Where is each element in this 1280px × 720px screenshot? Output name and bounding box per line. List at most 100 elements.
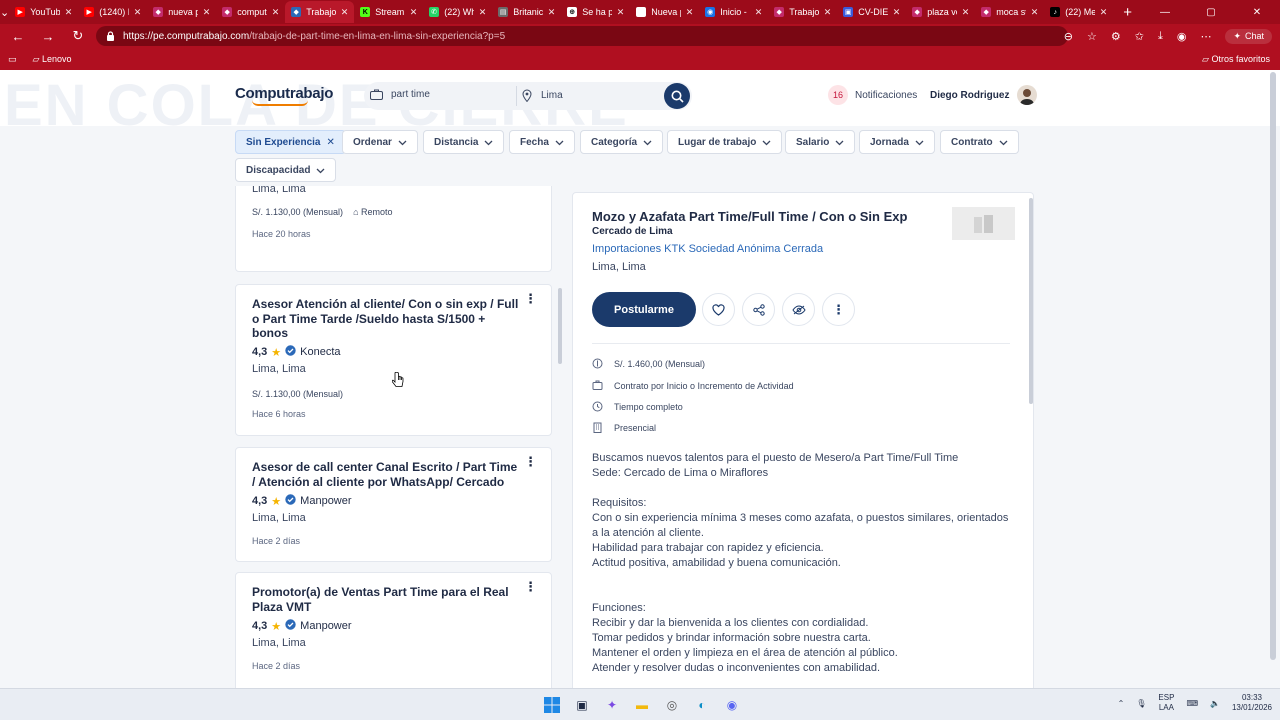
browser-tab[interactable]: ▣ CV-DIEG ✕ <box>837 1 906 23</box>
browser-tab[interactable]: ⊕ Se ha p ✕ <box>561 1 630 23</box>
clock[interactable]: 03:33 13/01/2026 <box>1232 693 1272 713</box>
job-card-menu-icon[interactable]: ⋮ <box>524 291 537 307</box>
tab-close-icon[interactable]: ✕ <box>479 7 487 18</box>
browser-tab[interactable]: ✆ (22) Wh ✕ <box>423 1 492 23</box>
browser-tab[interactable]: Nueva p ✕ <box>630 1 699 23</box>
remove-filter-icon[interactable]: ✕ <box>326 137 334 148</box>
reload-icon[interactable]: ↻ <box>68 28 88 44</box>
filter-dropdown[interactable]: Lugar de trabajo <box>667 130 783 154</box>
tab-close-icon[interactable]: ✕ <box>410 7 418 18</box>
copilot-app-icon[interactable]: ✦ <box>600 693 624 717</box>
filter-dropdown[interactable]: Fecha <box>509 130 575 154</box>
url-field[interactable]: https://pe.computrabajo.com/trabajo-de-p… <box>96 26 1068 46</box>
tab-close-icon[interactable]: ✕ <box>65 7 73 18</box>
browser-tab[interactable]: ♪ (22) Mei ✕ <box>1044 1 1113 23</box>
job-card[interactable]: Promotor(a) de Ventas Part Time para el … <box>235 572 552 688</box>
bookmark-lenovo[interactable]: ▱ Lenovo <box>33 54 72 65</box>
new-tab-button[interactable]: + <box>1113 4 1142 21</box>
tab-close-icon[interactable]: ✕ <box>755 7 763 18</box>
job-card-menu-icon[interactable]: ⋮ <box>524 579 537 595</box>
volume-icon[interactable]: 🔈 <box>1210 699 1220 708</box>
tab-close-icon[interactable]: ✕ <box>686 7 694 18</box>
filter-dropdown[interactable]: Categoría <box>580 130 664 154</box>
job-card[interactable]: 4,1★TAMBO PLAZA SACLima, LimaS/. 1.130,0… <box>235 186 552 272</box>
browser-tab[interactable]: ◆ Trabajo ✕ <box>285 1 355 23</box>
forward-icon[interactable]: → <box>38 29 58 44</box>
reading-view-icon[interactable]: ⊖ <box>1064 30 1073 43</box>
job-card[interactable]: Asesor de call center Canal Escrito / Pa… <box>235 447 552 562</box>
browser-tab[interactable]: ◆ Trabajo ✕ <box>768 1 837 23</box>
tab-close-icon[interactable]: ✕ <box>1100 7 1108 18</box>
favorites-icon[interactable]: ✩ <box>1135 30 1144 43</box>
search-keyword-field[interactable]: part time <box>370 89 430 100</box>
browser-tab[interactable]: ◉ Inicio - ✕ <box>699 1 768 23</box>
downloads-icon[interactable]: ⤓ <box>1158 30 1163 43</box>
job-card-title[interactable]: Promotor(a) de Ventas Part Time para el … <box>252 585 519 614</box>
browser-tab[interactable]: ▶ (1240) B ✕ <box>78 1 147 23</box>
company-name[interactable]: Manpower <box>300 495 351 507</box>
tab-close-icon[interactable]: ✕ <box>203 7 211 18</box>
sidebar-toggle-icon[interactable]: ▭ <box>8 54 17 65</box>
job-list-scrollbar[interactable] <box>558 288 562 364</box>
job-card-title[interactable]: Asesor Atención al cliente/ Con o sin ex… <box>252 297 519 341</box>
windows-start-icon[interactable] <box>540 693 564 717</box>
notifications-button[interactable]: 16 Notificaciones <box>828 85 917 105</box>
language-indicator[interactable]: ESP LAA <box>1158 693 1174 713</box>
minimize-icon[interactable]: — <box>1142 7 1188 18</box>
bookmark-others[interactable]: ▱ Otros favoritos <box>1202 54 1270 65</box>
filter-dropdown[interactable]: Jornada <box>859 130 935 154</box>
discord-icon[interactable]: ◉ <box>720 693 744 717</box>
task-view-icon[interactable]: ▣ <box>570 693 594 717</box>
detail-scrollbar[interactable] <box>1029 198 1033 404</box>
tab-close-icon[interactable]: ✕ <box>341 7 349 18</box>
user-menu[interactable]: Diego Rodriguez <box>930 85 1038 105</box>
tab-close-icon[interactable]: ✕ <box>962 7 970 18</box>
browser-tab[interactable]: K Stream ✕ <box>354 1 423 23</box>
search-button[interactable] <box>664 83 690 109</box>
share-button[interactable] <box>742 293 775 326</box>
job-card[interactable]: Asesor Atención al cliente/ Con o sin ex… <box>235 284 552 436</box>
close-window-icon[interactable]: ✕ <box>1234 7 1280 18</box>
hide-job-button[interactable] <box>782 293 815 326</box>
tab-close-icon[interactable]: ✕ <box>893 7 901 18</box>
save-job-button[interactable] <box>702 293 735 326</box>
job-card-title[interactable]: Asesor de call center Canal Escrito / Pa… <box>252 460 519 489</box>
tab-close-icon[interactable]: ✕ <box>1031 7 1039 18</box>
browser-tab[interactable]: ◆ moca st ✕ <box>975 1 1044 23</box>
filter-dropdown[interactable]: Ordenar <box>342 130 418 154</box>
file-explorer-icon[interactable]: ▬ <box>630 693 654 717</box>
filter-dropdown[interactable]: Distancia <box>423 130 505 154</box>
extensions-icon[interactable]: ⚙ <box>1111 30 1121 43</box>
microphone-icon[interactable]: 🎙 <box>1136 699 1146 708</box>
detail-company-link[interactable]: Importaciones KTK Sociedad Anónima Cerra… <box>592 243 823 255</box>
browser-tab[interactable]: ◆ nueva p ✕ <box>147 1 216 23</box>
tab-close-icon[interactable]: ✕ <box>824 7 832 18</box>
maximize-icon[interactable]: ▢ <box>1188 7 1234 18</box>
chrome-icon[interactable]: ◎ <box>660 693 684 717</box>
tab-close-icon[interactable]: ✕ <box>134 7 142 18</box>
tab-close-icon[interactable]: ✕ <box>272 7 280 18</box>
tab-actions-icon[interactable]: ⌄ <box>0 0 9 24</box>
apply-button[interactable]: Postularme <box>592 292 696 327</box>
filter-chip-sin-experiencia[interactable]: Sin Experiencia ✕ <box>235 130 346 154</box>
company-name[interactable]: Konecta <box>300 346 340 358</box>
tab-close-icon[interactable]: ✕ <box>548 7 556 18</box>
tab-close-icon[interactable]: ✕ <box>617 7 625 18</box>
browser-tab[interactable]: ◆ comput ✕ <box>216 1 285 23</box>
more-icon[interactable]: ⋯ <box>1200 30 1211 43</box>
network-icon[interactable]: ⌨ <box>1186 699 1198 708</box>
browser-tab[interactable]: ◆ plaza ve ✕ <box>906 1 975 23</box>
favorite-star-icon[interactable]: ☆ <box>1087 30 1097 43</box>
browser-tab[interactable]: ▶ YouTube ✕ <box>9 1 78 23</box>
company-name[interactable]: Manpower <box>300 620 351 632</box>
search-location-field[interactable]: Lima <box>522 89 563 102</box>
back-icon[interactable]: ← <box>8 29 28 44</box>
filter-dropdown[interactable]: Discapacidad <box>235 158 337 182</box>
browser-tab[interactable]: ▤ Britanic ✕ <box>492 1 561 23</box>
page-scrollbar[interactable] <box>1270 72 1276 660</box>
more-options-button[interactable]: ⋮ <box>822 293 855 326</box>
job-card-menu-icon[interactable]: ⋮ <box>524 454 537 470</box>
filter-dropdown[interactable]: Salario <box>785 130 856 154</box>
tray-expand-icon[interactable]: ⌃ <box>1118 699 1125 708</box>
profile-icon[interactable]: ◉ <box>1177 30 1187 43</box>
